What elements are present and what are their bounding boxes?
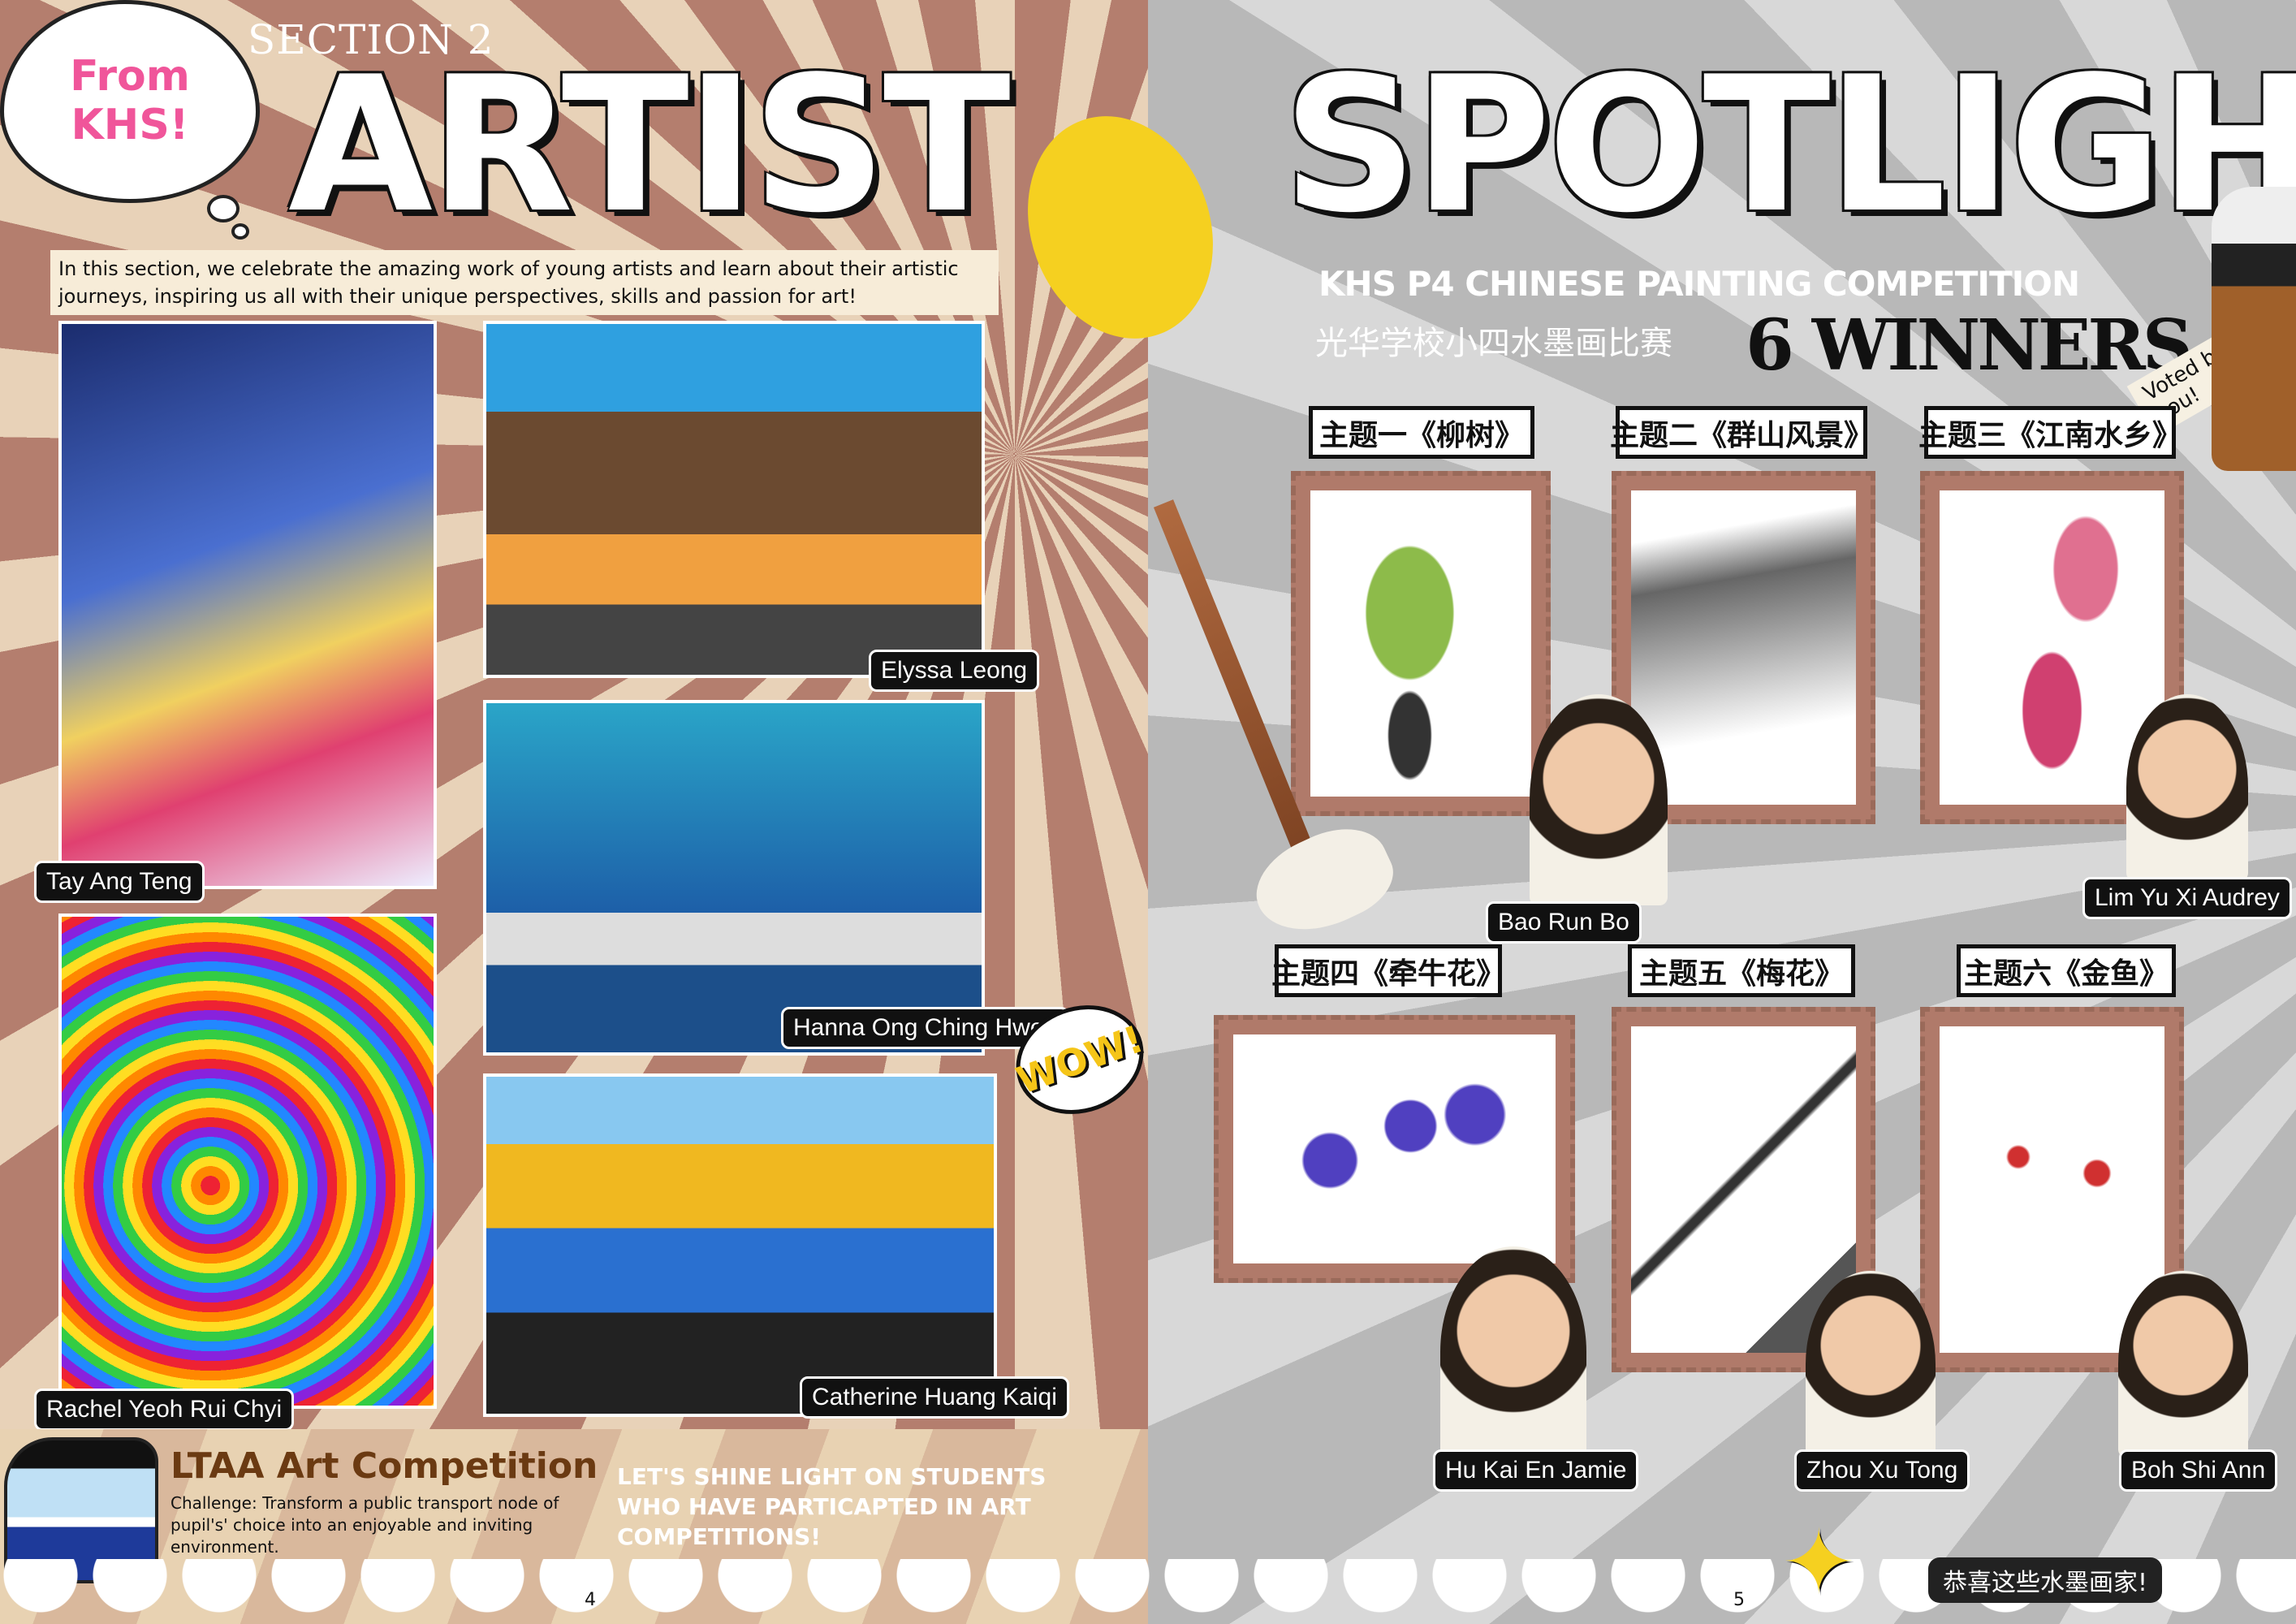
star-icon: ✦: [1781, 1510, 1857, 1614]
theme-label: 主题三《江南水乡》: [1918, 406, 2182, 459]
artwork-rainbow: [58, 914, 437, 1409]
artwork-station: [483, 1073, 997, 1417]
artwork-underwater: [483, 700, 985, 1056]
caption-artist: Rachel Yeoh Rui Chyi: [34, 1389, 295, 1431]
bubble-text: From KHS!: [70, 52, 190, 149]
from-khs-bubble: From KHS!: [0, 0, 260, 203]
winner-name: Bao Run Bo: [1486, 901, 1642, 944]
winner-photo: [1806, 1271, 1936, 1458]
bubble-dot: [207, 195, 240, 222]
theme-label: 主题六《金鱼》: [1957, 944, 2176, 997]
winner-name: Lim Yu Xi Audrey: [2082, 877, 2292, 919]
competition-subtitle-cn: 光华学校小四水墨画比赛: [1315, 325, 1672, 362]
artwork-bookshop: [483, 321, 985, 678]
artwork-bus: [58, 321, 437, 889]
winner-name: Boh Shi Ann: [2119, 1449, 2278, 1492]
painting-morning-glory: [1214, 1015, 1575, 1283]
competition-subtitle: KHS P4 CHINESE PAINTING COMPETITION: [1318, 264, 2080, 304]
winner-name: Zhou Xu Tong: [1794, 1449, 1970, 1492]
winner-photo: [2118, 1271, 2248, 1458]
caption-artist: Tay Ang Teng: [34, 861, 205, 903]
right-page: SPOTLIGHT KHS P4 CHINESE PAINTING COMPET…: [1148, 0, 2296, 1624]
panda-icon: [2212, 187, 2296, 471]
winner-name: Hu Kai En Jamie: [1433, 1449, 1639, 1492]
competition-title: LTAA Art Competition: [170, 1445, 598, 1487]
artist-title: ARTIST: [288, 37, 1011, 254]
competition-desc: Challenge: Transform a public transport …: [170, 1493, 559, 1557]
theme-label: 主题五《梅花》: [1628, 944, 1855, 997]
winner-photo: [2126, 694, 2248, 881]
page-number: 5: [1733, 1590, 1745, 1610]
bubble-dot: [231, 223, 249, 240]
caption-artist: Catherine Huang Kaiqi: [800, 1376, 1069, 1419]
painting-willow: [1291, 471, 1551, 816]
congrats-pill: 恭喜这些水墨画家!: [1928, 1557, 2163, 1603]
caption-artist: Elyssa Leong: [869, 650, 1040, 692]
page-number: 4: [585, 1590, 596, 1610]
winners-heading: 6 WINNERS: [1746, 304, 2193, 387]
theme-label: 主题一《柳树》: [1309, 406, 1534, 459]
winner-photo: [1530, 694, 1668, 905]
winner-photo: [1440, 1246, 1586, 1458]
left-page: From KHS! SECTION 2 ARTIST In this secti…: [0, 0, 1148, 1624]
shine-text: LET'S SHINE LIGHT ON STUDENTS WHO HAVE P…: [617, 1463, 1047, 1550]
intro-text: In this section, we celebrate the amazin…: [50, 250, 999, 315]
theme-label: 主题四《牵牛花》: [1271, 944, 1505, 997]
spotlight-title: SPOTLIGHT: [1283, 37, 2296, 254]
theme-label: 主题二《群山风景》: [1610, 406, 1873, 459]
